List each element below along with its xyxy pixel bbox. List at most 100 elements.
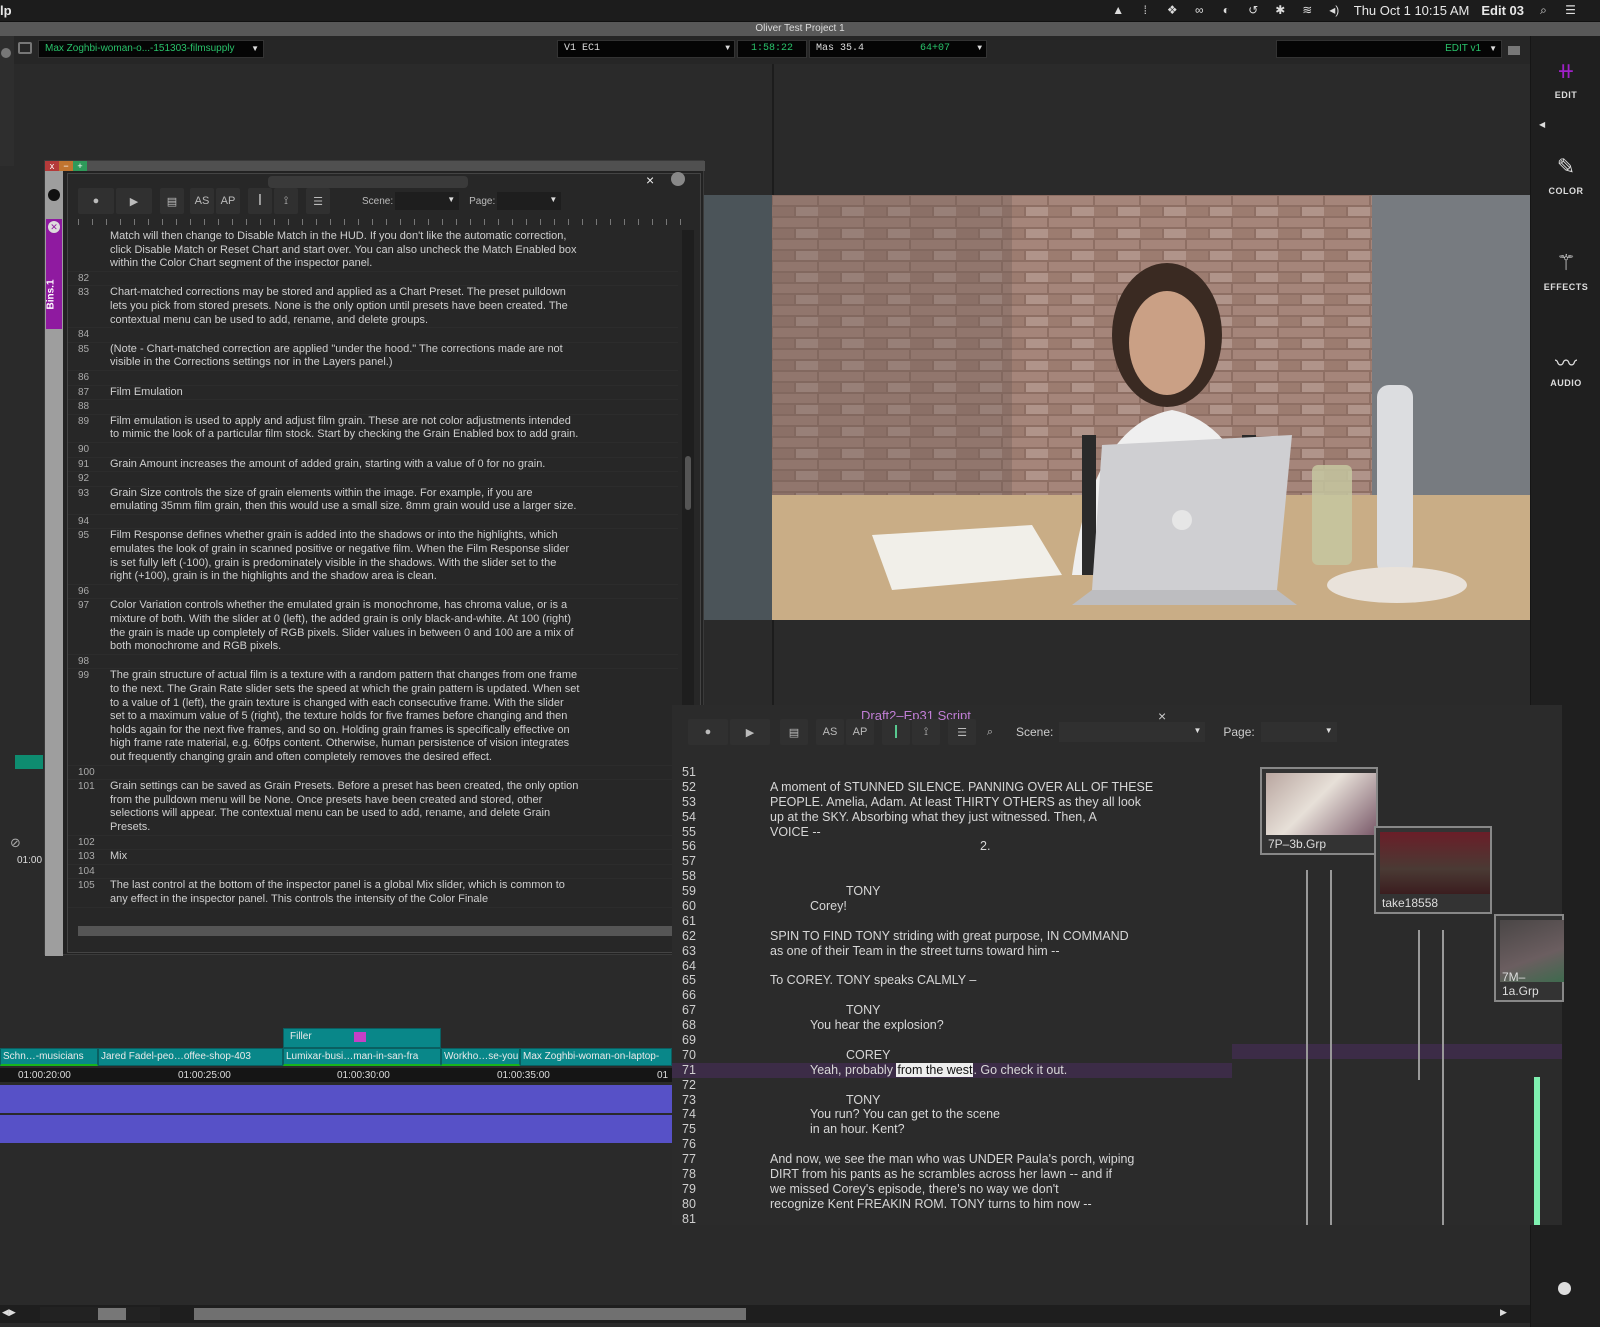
scroll-thumb[interactable]: [194, 1308, 746, 1320]
workspace-edit[interactable]: ⧺ EDIT: [1531, 58, 1600, 100]
list-icon[interactable]: ☰: [1563, 3, 1578, 18]
script-line[interactable]: 54 up at the SKY. Absorbing what they jus…: [672, 810, 1232, 825]
take-card[interactable]: 7P–3b.Grp: [1260, 767, 1378, 855]
bin-menu-icon[interactable]: [48, 189, 60, 201]
document-line[interactable]: 84: [68, 328, 678, 343]
track-menu[interactable]: V1 EC1 ▼: [557, 40, 735, 58]
document-line[interactable]: 90: [68, 443, 678, 458]
document-line[interactable]: 105 The last control at the bottom of the…: [68, 879, 678, 908]
text-cursor-icon[interactable]: I: [248, 188, 272, 214]
ap-button[interactable]: AP: [216, 188, 240, 214]
document-line[interactable]: 85 (Note - Chart-matched correction are a…: [68, 343, 678, 371]
script-line[interactable]: 56 2.: [672, 839, 1232, 854]
script-line[interactable]: 70 COREY: [672, 1048, 1232, 1063]
close-icon[interactable]: ×: [646, 172, 654, 188]
window-titlebar[interactable]: x − +: [45, 161, 705, 171]
find-icon[interactable]: ⌕: [978, 719, 1002, 745]
monitor-icon[interactable]: [18, 42, 32, 54]
document-line[interactable]: 88: [68, 400, 678, 415]
creative-cloud-icon[interactable]: ∞: [1192, 3, 1207, 18]
clip-name-menu[interactable]: Max Zoghbi-woman-o...-151303-filmsupply ▼: [38, 40, 264, 58]
sliders-icon[interactable]: ⁞: [1138, 3, 1153, 18]
document-line[interactable]: 100: [68, 766, 678, 781]
take-card[interactable]: take18558: [1374, 826, 1492, 914]
script-line[interactable]: 69: [672, 1033, 1232, 1048]
scroll-left-icon[interactable]: ◀▶: [2, 1307, 16, 1318]
script-line[interactable]: 76: [672, 1137, 1232, 1152]
document-line[interactable]: Match will then change to Disable Match …: [68, 230, 678, 272]
script-line[interactable]: 64: [672, 959, 1232, 974]
line-tool-icon[interactable]: ⟟: [912, 719, 940, 745]
script-line[interactable]: 80 recognize Kent FREAKIN ROM. TONY turns…: [672, 1197, 1232, 1212]
script-line[interactable]: 60 Corey!: [672, 899, 1232, 914]
close-window-button[interactable]: x: [45, 161, 59, 171]
timeline-clip[interactable]: Max Zoghbi-woman-on-laptop-: [520, 1048, 672, 1066]
scroll-right-icon[interactable]: ▶: [1500, 1307, 1507, 1318]
clock[interactable]: Thu Oct 1 10:15 AM: [1354, 3, 1470, 18]
timeline-clip[interactable]: Workho…se-you: [441, 1048, 520, 1066]
take-coverage-line[interactable]: [1442, 930, 1444, 1225]
user-name[interactable]: Edit 03: [1481, 3, 1524, 18]
mas-menu[interactable]: Mas 35.4 64+07 ▼: [809, 40, 987, 58]
record-button[interactable]: ●: [688, 719, 728, 745]
text-cursor-icon[interactable]: I: [882, 719, 910, 745]
panel-menu-icon[interactable]: [671, 172, 685, 186]
scene-select[interactable]: ▼: [395, 192, 460, 210]
audio-track-2[interactable]: [0, 1115, 672, 1143]
script-line-current[interactable]: 71 Yeah, probably from the west. Go check…: [672, 1062, 1232, 1078]
bluetooth-icon[interactable]: ✱: [1273, 3, 1288, 18]
play-button[interactable]: ▶: [730, 719, 770, 745]
script-line[interactable]: 63 as one of their Team in the street tur…: [672, 944, 1232, 959]
script-line[interactable]: 65 To COREY. TONY speaks CALMLY –: [672, 973, 1232, 988]
track-indicator[interactable]: [15, 755, 43, 769]
document-line[interactable]: 99 The grain structure of actual film is …: [68, 669, 678, 766]
audio-track-1[interactable]: [0, 1085, 672, 1113]
page-select[interactable]: ▼: [497, 192, 562, 210]
scroll-thumb[interactable]: [685, 456, 691, 510]
document-line[interactable]: 89 Film emulation is used to apply and ad…: [68, 415, 678, 443]
script-line[interactable]: 66: [672, 988, 1232, 1003]
document-line[interactable]: 96: [68, 585, 678, 600]
timeline-clip[interactable]: Schn…-musicians: [0, 1048, 98, 1066]
script-line[interactable]: 52 A moment of STUNNED SILENCE. PANNING O…: [672, 780, 1232, 795]
grid-icon[interactable]: [1508, 46, 1520, 55]
menu-help[interactable]: lp: [0, 3, 12, 18]
tab-ruler[interactable]: [78, 219, 688, 225]
ap-button[interactable]: AP: [846, 719, 874, 745]
volume-icon[interactable]: ◂): [1327, 3, 1342, 18]
wifi-icon[interactable]: ≋: [1300, 3, 1315, 18]
play-button[interactable]: ▶: [116, 188, 152, 214]
horizontal-scrollbar[interactable]: [78, 926, 688, 936]
timeline-clip[interactable]: Lumixar-busi…man-in-san-fra: [283, 1048, 441, 1066]
timecode-display[interactable]: 1:58:22: [737, 40, 807, 58]
script-line[interactable]: 75 in an hour. Kent?: [672, 1122, 1232, 1137]
record-button[interactable]: ●: [78, 188, 114, 214]
script-line[interactable]: 79 we missed Corey's episode, there's no …: [672, 1182, 1232, 1197]
search-icon[interactable]: ⌕: [1536, 3, 1551, 18]
script-line[interactable]: 72: [672, 1078, 1232, 1093]
record-monitor[interactable]: [772, 195, 1530, 620]
script-line[interactable]: 59 TONY: [672, 884, 1232, 899]
script-line[interactable]: 53 PEOPLE. Amelia, Adam. At least THIRTY …: [672, 795, 1232, 810]
selected-text[interactable]: from the west: [896, 1062, 974, 1077]
as-button[interactable]: AS: [190, 188, 214, 214]
workspace-effects[interactable]: ⚚ EFFECTS: [1531, 250, 1600, 292]
document-line[interactable]: 82: [68, 272, 678, 287]
filler-clip[interactable]: Filler: [283, 1028, 441, 1048]
script-line[interactable]: 62 SPIN TO FIND TONY striding with great …: [672, 929, 1232, 944]
document-line[interactable]: 94: [68, 515, 678, 530]
bins-tab[interactable]: ✕ Bins.1: [45, 171, 63, 956]
document-line[interactable]: 98: [68, 655, 678, 670]
script-line[interactable]: 78 DIRT from his pants as he scrambles ac…: [672, 1167, 1232, 1182]
document-line[interactable]: 104: [68, 865, 678, 880]
settings-icon[interactable]: [1558, 1282, 1571, 1295]
document-lines[interactable]: Match will then change to Disable Match …: [68, 230, 678, 930]
sequence-menu[interactable]: EDIT v1 ▼: [1276, 40, 1502, 58]
workspace-color[interactable]: ✎ COLOR: [1531, 154, 1600, 196]
close-icon[interactable]: [1, 48, 11, 58]
document-line[interactable]: 97 Color Variation controls whether the e…: [68, 599, 678, 655]
script-line[interactable]: 57: [672, 854, 1232, 869]
zoom-slider[interactable]: [40, 1307, 160, 1321]
close-bin-icon[interactable]: ✕: [48, 221, 60, 233]
document-line[interactable]: 83 Chart-matched corrections may be store…: [68, 286, 678, 329]
